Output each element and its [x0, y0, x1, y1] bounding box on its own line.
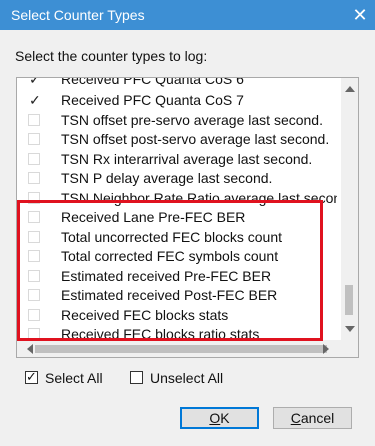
scroll-thumb[interactable] [35, 345, 327, 353]
list-item[interactable]: Received PFC Quanta CoS 7 [17, 91, 337, 110]
list-item[interactable]: TSN offset pre-servo average last second… [17, 111, 337, 130]
scrollbar-corner [341, 340, 358, 357]
title-bar: Select Counter Types ✕ [0, 0, 375, 30]
highlight-box [17, 200, 323, 341]
checkbox-icon[interactable] [25, 369, 38, 385]
vertical-scrollbar[interactable] [341, 78, 358, 340]
checkbox-icon[interactable] [28, 78, 41, 89]
ok-label: K [220, 410, 230, 426]
checkbox-icon[interactable] [28, 91, 41, 110]
list-item-label: Received PFC Quanta CoS 6 [61, 78, 244, 87]
list-item-label: TSN Rx interarrival average last second. [61, 151, 313, 167]
select-all-label: Select All [45, 370, 103, 386]
scroll-right-icon[interactable] [323, 344, 329, 354]
window-title: Select Counter Types [11, 7, 145, 23]
list-item-label: Received PFC Quanta CoS 7 [61, 92, 244, 108]
instruction-label: Select the counter types to log: [15, 48, 208, 64]
cancel-accelerator: C [290, 410, 301, 426]
unselect-all-label: Unselect All [150, 370, 224, 386]
list-item[interactable]: TSN P delay average last second. [17, 169, 337, 188]
list-item-label: TSN offset pre-servo average last second… [61, 112, 323, 128]
checkbox-icon[interactable] [28, 172, 40, 184]
checkbox-icon[interactable] [28, 133, 40, 145]
list-item-label: TSN offset post-servo average last secon… [61, 131, 330, 147]
checkbox-icon[interactable] [28, 153, 40, 165]
scroll-thumb[interactable] [345, 285, 353, 315]
close-icon[interactable]: ✕ [345, 0, 375, 30]
scroll-up-icon[interactable] [345, 86, 355, 92]
cancel-button[interactable]: Cancel [273, 407, 352, 429]
checkbox-icon[interactable] [28, 114, 40, 126]
ok-button[interactable]: OK [180, 407, 259, 429]
ok-accelerator: O [209, 410, 221, 426]
scroll-left-icon[interactable] [27, 344, 33, 354]
horizontal-scrollbar[interactable] [17, 340, 341, 357]
list-item-label: TSN P delay average last second. [61, 170, 273, 186]
cancel-label: ancel [300, 410, 335, 426]
list-item[interactable]: TSN offset post-servo average last secon… [17, 130, 337, 149]
list-item[interactable]: TSN Rx interarrival average last second. [17, 150, 337, 169]
list-item[interactable]: Received PFC Quanta CoS 6 [17, 78, 337, 89]
checkbox-icon[interactable] [130, 371, 143, 384]
scroll-down-icon[interactable] [345, 326, 355, 332]
